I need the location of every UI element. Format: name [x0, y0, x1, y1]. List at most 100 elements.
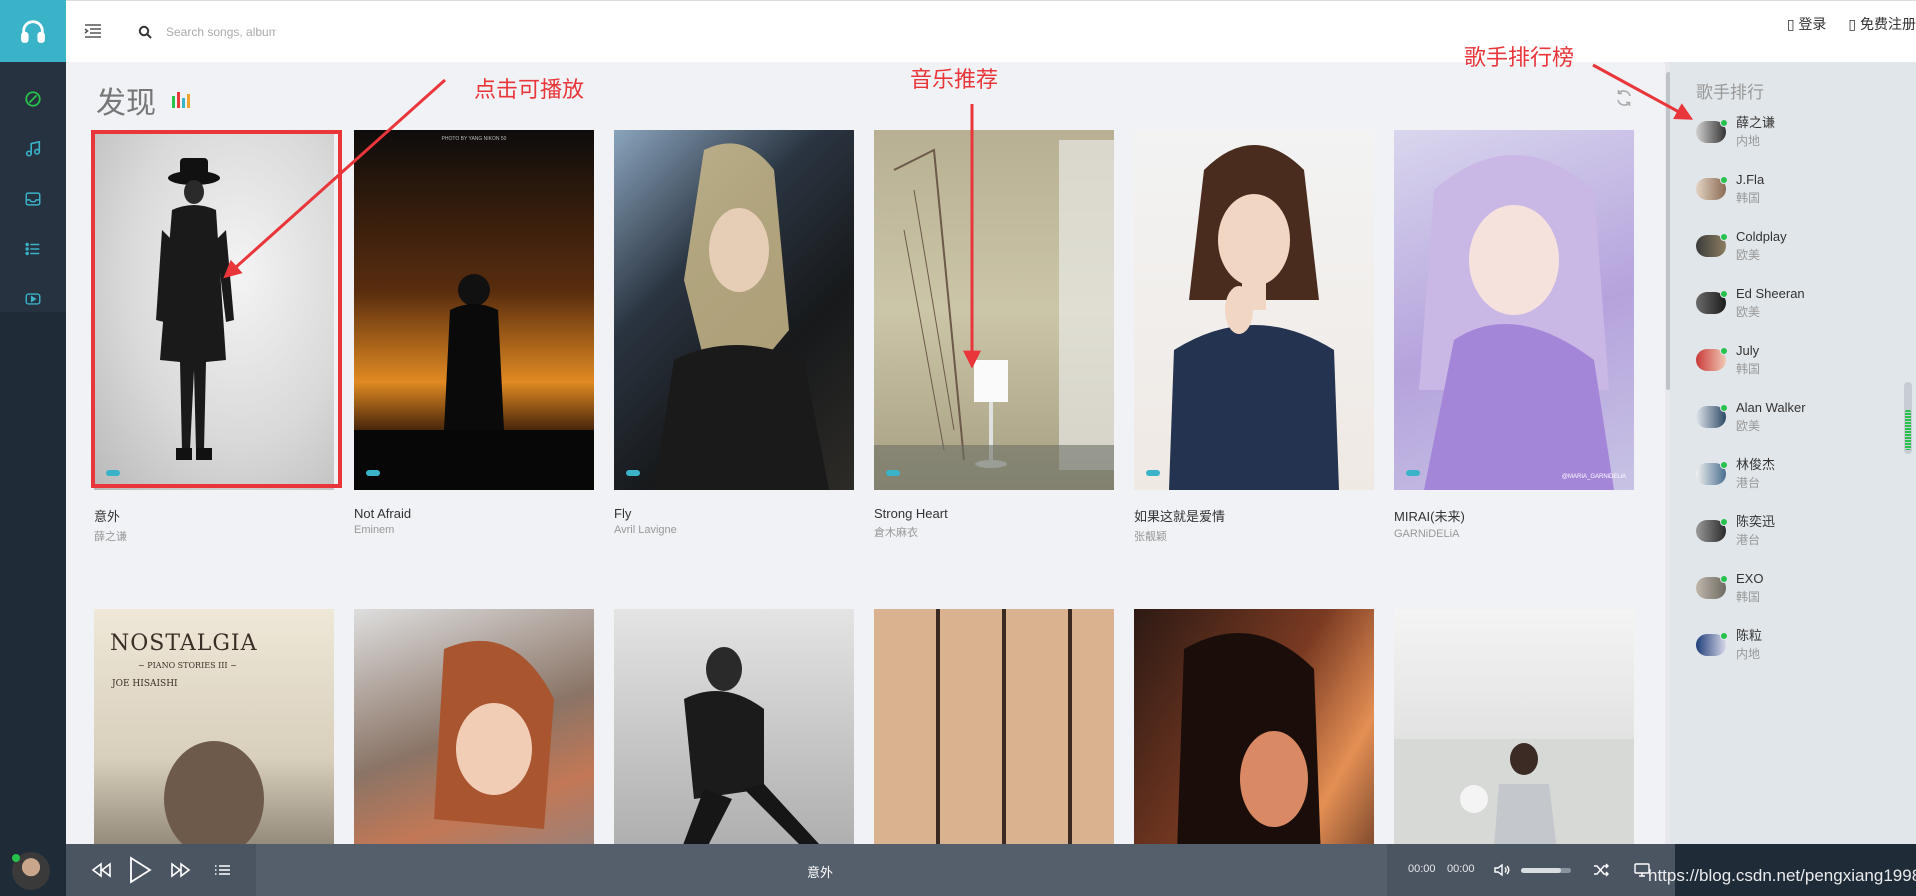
- cover-art: [874, 140, 1114, 490]
- singer-item[interactable]: 薛之谦 内地: [1696, 114, 1806, 171]
- album-cover[interactable]: [874, 130, 1114, 490]
- song-card[interactable]: [1394, 609, 1634, 844]
- artist-name[interactable]: Avril Lavigne: [614, 524, 854, 536]
- nav-discover[interactable]: [0, 74, 66, 124]
- online-indicator: [1720, 461, 1728, 469]
- artist-name[interactable]: 倉木麻衣: [874, 524, 1114, 540]
- play-indicator: [626, 470, 640, 476]
- album-cover[interactable]: PHOTO BY YANG NIKON 50: [354, 130, 594, 490]
- singer-ranking-panel: 歌手排行 薛之谦 内地 J.Fla 韩国 Coldplay 欧美 Ed Sheeran…: [1670, 62, 1916, 844]
- avatar: [1696, 176, 1728, 200]
- play-indicator: [1406, 470, 1420, 476]
- online-indicator: [1720, 290, 1728, 298]
- cover-art: [654, 143, 829, 490]
- play-button[interactable]: [126, 844, 154, 896]
- song-card[interactable]: NOSTALGIA ~ PIANO STORIES III ~ JOE HISA…: [94, 609, 334, 844]
- song-card[interactable]: Strong Heart 倉木麻衣: [874, 130, 1114, 544]
- song-card[interactable]: [614, 609, 854, 844]
- singer-item[interactable]: July 韩国: [1696, 342, 1806, 399]
- online-indicator: [1720, 518, 1728, 526]
- album-cover[interactable]: [874, 609, 1114, 844]
- online-indicator: [1720, 575, 1728, 583]
- search-icon[interactable]: [138, 25, 152, 39]
- player-avatar-area: [0, 844, 66, 896]
- singer-region: 内地: [1736, 647, 1761, 661]
- volume-fill: [1521, 868, 1561, 873]
- singer-item[interactable]: 林俊杰 港台: [1696, 456, 1806, 513]
- cover-art: [683, 647, 819, 844]
- source-watermark: https://blog.csdn.net/pengxiang1998: [1648, 866, 1916, 885]
- search-input[interactable]: [166, 21, 276, 43]
- menu-toggle-icon[interactable]: [84, 23, 102, 39]
- shuffle-button[interactable]: [1591, 844, 1611, 896]
- album-cover[interactable]: NOSTALGIA ~ PIANO STORIES III ~ JOE HISA…: [94, 609, 334, 844]
- next-button[interactable]: [168, 844, 194, 896]
- duration: 00:00: [1447, 863, 1475, 875]
- nav-playlist[interactable]: [0, 224, 66, 274]
- singer-item[interactable]: Alan Walker 欧美: [1696, 399, 1806, 456]
- singer-item[interactable]: J.Fla 韩国: [1696, 171, 1806, 228]
- album-cover[interactable]: [1134, 609, 1374, 844]
- bar-chart-icon: [172, 92, 190, 108]
- artist-name[interactable]: Eminem: [354, 524, 594, 536]
- recommend-grid: 意外 薛之谦 PHOTO BY YANG NIKON 50 Not Afraid…: [94, 130, 1634, 844]
- artist-name[interactable]: 薛之谦: [94, 528, 334, 544]
- singer-region: 欧美: [1736, 248, 1761, 262]
- artist-name[interactable]: GARNiDELiA: [1394, 528, 1634, 540]
- online-indicator: [1720, 233, 1728, 241]
- refresh-icon[interactable]: [1614, 88, 1634, 108]
- singer-item[interactable]: 陈奕迅 港台: [1696, 513, 1806, 570]
- sidebar-title: 歌手排行: [1696, 83, 1764, 102]
- album-cover[interactable]: [614, 609, 854, 844]
- now-playing-title: 意外: [806, 865, 833, 880]
- song-card[interactable]: 如果这就是爱情 张靓颖: [1134, 130, 1374, 544]
- singer-region: 港台: [1736, 476, 1761, 490]
- app-logo[interactable]: [0, 0, 66, 62]
- singer-item[interactable]: 陈粒 内地: [1696, 627, 1806, 684]
- singer-item[interactable]: EXO 韩国: [1696, 570, 1806, 627]
- play-indicator: [366, 470, 380, 476]
- volume-slider[interactable]: [1521, 868, 1571, 873]
- current-time: 00:00: [1408, 863, 1436, 875]
- volume-button[interactable]: [1492, 844, 1512, 896]
- nav-video[interactable]: [0, 274, 66, 324]
- nav-music[interactable]: [0, 124, 66, 174]
- song-card[interactable]: [874, 609, 1114, 844]
- song-card[interactable]: PHOTO BY YANG NIKON 50 Not Afraid Eminem: [354, 130, 594, 544]
- song-title: Strong Heart: [874, 506, 948, 521]
- song-card[interactable]: Fly Avril Lavigne: [614, 130, 854, 544]
- avatar: [1696, 347, 1728, 371]
- player-bar: 意外 00:00 00:00: [0, 844, 1916, 896]
- singer-name: 林俊杰: [1736, 457, 1776, 472]
- album-cover[interactable]: [94, 130, 334, 490]
- song-card[interactable]: [354, 609, 594, 844]
- singer-region: 韩国: [1736, 362, 1761, 376]
- song-title: 如果这就是爱情: [1134, 509, 1226, 524]
- playlist-button[interactable]: [212, 844, 232, 896]
- album-cover[interactable]: [354, 609, 594, 844]
- play-indicator: [1146, 470, 1160, 476]
- album-cover[interactable]: @MARIA_GARNiDELiA: [1394, 130, 1634, 490]
- album-cover[interactable]: [1134, 130, 1374, 490]
- auth-links: ▯ 登录 ▯ 免费注册: [1787, 14, 1916, 34]
- singer-item[interactable]: Ed Sheeran 欧美: [1696, 285, 1806, 342]
- cover-art: [1419, 155, 1614, 490]
- video-icon: [25, 293, 41, 305]
- top-header: ▯ 登录 ▯ 免费注册: [66, 0, 1916, 62]
- previous-button[interactable]: [88, 844, 114, 896]
- now-playing-avatar[interactable]: [12, 852, 50, 890]
- avatar: [1696, 119, 1728, 143]
- login-link[interactable]: ▯ 登录: [1787, 14, 1827, 34]
- song-card[interactable]: [1134, 609, 1374, 844]
- song-card[interactable]: 意外 薛之谦: [94, 130, 334, 544]
- online-indicator: [12, 854, 20, 862]
- album-cover[interactable]: [614, 130, 854, 490]
- singer-region: 港台: [1736, 533, 1761, 547]
- singer-item[interactable]: Coldplay 欧美: [1696, 228, 1806, 285]
- album-cover[interactable]: [1394, 609, 1634, 844]
- artist-name[interactable]: 张靓颖: [1134, 528, 1374, 544]
- song-card[interactable]: @MARIA_GARNiDELiA MIRAI(未来) GARNiDELiA: [1394, 130, 1634, 544]
- nav-inbox[interactable]: [0, 174, 66, 224]
- singer-name: Ed Sheeran: [1736, 286, 1805, 301]
- register-link[interactable]: ▯ 免费注册: [1848, 14, 1916, 34]
